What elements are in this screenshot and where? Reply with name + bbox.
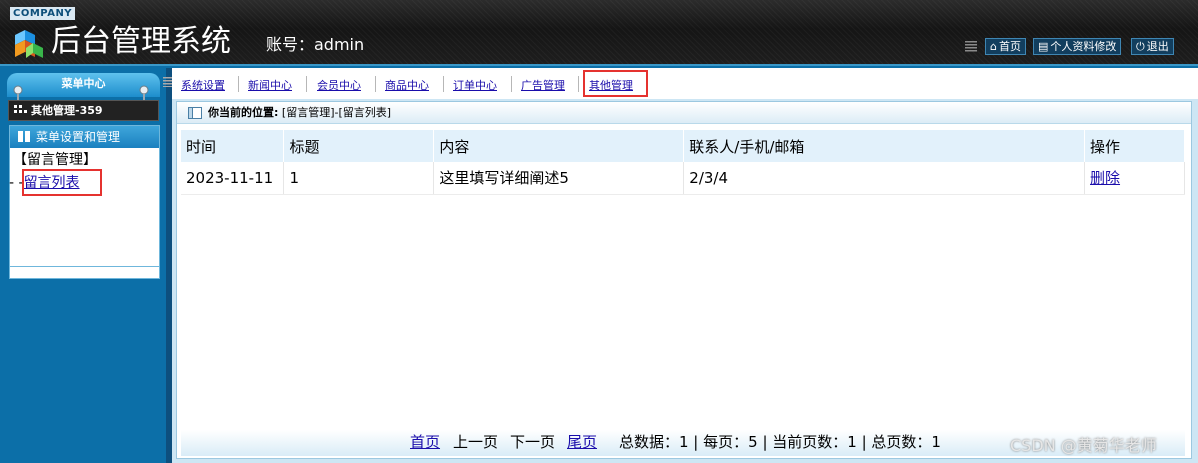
list-panel: 你当前的位置: [留言管理]-[留言列表] 时间 标题 内容 联系人/手机/邮箱… bbox=[176, 101, 1192, 459]
home-button[interactable]: ⌂ 首页 bbox=[985, 38, 1026, 55]
nav-separator bbox=[306, 76, 307, 92]
section-other-management[interactable]: 其他管理-359 bbox=[8, 100, 159, 121]
last-page-link[interactable]: 尾页 bbox=[567, 430, 597, 454]
delete-link[interactable]: 删除 bbox=[1090, 169, 1120, 187]
tab-ad-management[interactable]: 广告管理 bbox=[521, 79, 565, 92]
menu-settings-title: 菜单设置和管理 bbox=[36, 130, 121, 144]
profile-icon: ▤ bbox=[1038, 40, 1049, 53]
section-label: 其他管理-359 bbox=[31, 104, 103, 117]
app-title: 后台管理系统 bbox=[51, 24, 231, 59]
column-header-contact: 联系人/手机/邮箱 bbox=[683, 130, 1086, 162]
breadcrumb-prefix: 你当前的位置: bbox=[208, 106, 279, 119]
tab-order-center[interactable]: 订单中心 bbox=[453, 79, 497, 92]
cell-title: 1 bbox=[283, 162, 435, 195]
next-page-label: 下一页 bbox=[510, 433, 556, 451]
highlight-box bbox=[22, 169, 102, 196]
nav-separator bbox=[578, 76, 579, 92]
column-header-content: 内容 bbox=[433, 130, 685, 162]
message-table: 时间 标题 内容 联系人/手机/邮箱 操作 2023-11-11 1 这里填写详… bbox=[181, 130, 1185, 195]
top-nav: 系统设置 新闻中心 会员中心 商品中心 订单中心 广告管理 其他管理 bbox=[163, 68, 1198, 99]
grip-icon bbox=[163, 77, 172, 87]
logout-label: 退出 bbox=[1146, 40, 1169, 53]
nav-separator bbox=[238, 76, 239, 92]
table-row: 2023-11-11 1 这里填写详细阐述5 2/3/4 删除 bbox=[181, 162, 1185, 195]
nav-separator bbox=[443, 76, 444, 92]
window-icon bbox=[188, 107, 202, 119]
nav-separator bbox=[375, 76, 376, 92]
dots-grid-icon bbox=[14, 105, 27, 113]
menu-settings-panel: 菜单设置和管理 【留言管理】 - -留言列表 bbox=[9, 125, 160, 279]
sidebar: 菜单中心 其他管理-359 菜单设置和管理 【留言管理】 - -留言列表 bbox=[0, 68, 166, 463]
menu-lines-icon[interactable] bbox=[965, 40, 977, 52]
logout-button[interactable]: ⏻ 退出 bbox=[1131, 38, 1174, 55]
app-header: COMPANY 后台管理系统 账号：admin ⌂ 首页 ▤ 个人资料修改 ⏻ … bbox=[0, 0, 1198, 66]
profile-edit-button[interactable]: ▤ 个人资料修改 bbox=[1033, 38, 1122, 55]
column-header-title: 标题 bbox=[283, 130, 435, 162]
cubes-logo-icon bbox=[15, 30, 43, 58]
first-page-link[interactable]: 首页 bbox=[410, 430, 440, 454]
tab-news-center[interactable]: 新闻中心 bbox=[248, 79, 292, 92]
main-content: 系统设置 新闻中心 会员中心 商品中心 订单中心 广告管理 其他管理 你当前的位… bbox=[163, 68, 1198, 463]
profile-edit-label: 个人资料修改 bbox=[1050, 40, 1117, 53]
menu-settings-header: 菜单设置和管理 bbox=[10, 126, 159, 148]
prev-page-label: 上一页 bbox=[453, 433, 499, 451]
column-header-time: 时间 bbox=[181, 130, 285, 162]
tab-system-settings[interactable]: 系统设置 bbox=[181, 79, 225, 92]
home-button-label: 首页 bbox=[998, 40, 1021, 53]
menu-center-title: 菜单中心 bbox=[7, 73, 160, 97]
table-header-row: 时间 标题 内容 联系人/手机/邮箱 操作 bbox=[181, 130, 1185, 162]
tab-member-center[interactable]: 会员中心 bbox=[317, 79, 361, 92]
power-icon: ⏻ bbox=[1136, 40, 1145, 53]
pagination-stats: 总数据：1 | 每页：5 | 当前页数：1 | 总页数：1 bbox=[619, 433, 941, 451]
column-header-action: 操作 bbox=[1084, 130, 1185, 162]
account-label: 账号：admin bbox=[266, 35, 365, 54]
cell-time: 2023-11-11 bbox=[181, 162, 285, 195]
nav-separator bbox=[511, 76, 512, 92]
breadcrumb-path: [留言管理]-[留言列表] bbox=[281, 106, 392, 119]
cell-action: 删除 bbox=[1084, 162, 1185, 195]
cell-content: 这里填写详细阐述5 bbox=[433, 162, 685, 195]
highlight-box bbox=[583, 70, 648, 97]
home-icon: ⌂ bbox=[990, 40, 997, 53]
book-icon bbox=[18, 131, 30, 142]
company-badge: COMPANY bbox=[10, 7, 76, 20]
message-group-title: 【留言管理】 bbox=[13, 152, 97, 168]
breadcrumb: 你当前的位置: [留言管理]-[留言列表] bbox=[177, 102, 1191, 124]
panel-footer bbox=[10, 266, 159, 278]
watermark: CSDN @黄菊华老师 bbox=[1010, 436, 1157, 455]
tab-product-center[interactable]: 商品中心 bbox=[385, 79, 429, 92]
cell-contact: 2/3/4 bbox=[683, 162, 1086, 195]
